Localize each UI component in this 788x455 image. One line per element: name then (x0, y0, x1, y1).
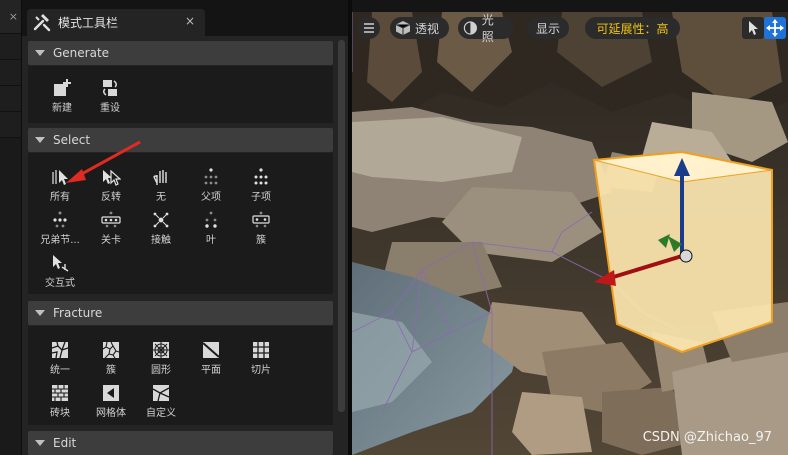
perspective-button[interactable]: 透视 (390, 17, 449, 39)
lighting-icon (463, 21, 478, 35)
scalability-button[interactable]: 可延展性：高 (585, 17, 680, 39)
viewport-toolbar: 透视 光照 显示 可延展性：高 (352, 13, 788, 44)
hamburger-icon (364, 23, 374, 33)
level-viewport[interactable] (352, 12, 788, 455)
cube-icon (395, 21, 411, 35)
lighting-label: 光照 (481, 13, 494, 44)
show-label: 显示 (535, 21, 560, 36)
scalability-label: 可延展性：高 (596, 21, 669, 36)
perspective-label: 透视 (415, 21, 440, 36)
select-mode-button[interactable] (742, 17, 764, 39)
move-icon (766, 19, 784, 37)
lighting-button[interactable]: 光照 (458, 13, 514, 44)
move-mode-button[interactable] (764, 17, 786, 39)
viewport-menu-button[interactable] (358, 17, 380, 39)
watermark: CSDN @Zhichao_97 (642, 430, 772, 445)
viewport-scene (352, 12, 788, 455)
cursor-icon (749, 21, 758, 35)
show-button[interactable]: 显示 (527, 17, 569, 39)
